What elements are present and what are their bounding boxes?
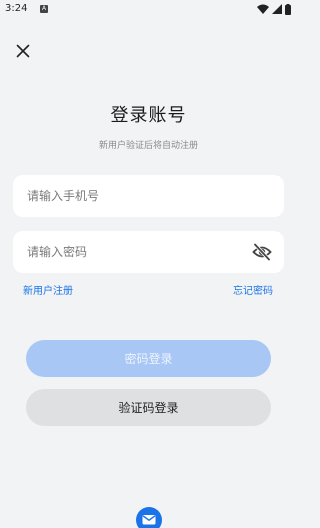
- page-title: 登录账号: [110, 105, 187, 126]
- page-subtitle: 新用户验证后将自动注册: [98, 141, 198, 151]
- forgot-password-link[interactable]: 忘记密码: [233, 282, 273, 297]
- notification-icon: A: [40, 5, 48, 13]
- close-button[interactable]: [14, 42, 32, 60]
- password-field-card: [13, 231, 284, 273]
- code-login-button[interactable]: 验证码登录: [26, 389, 271, 426]
- phone-field-card: [13, 175, 284, 217]
- signal-icon: [272, 4, 282, 14]
- register-link[interactable]: 新用户注册: [23, 282, 73, 297]
- status-time: 3:24: [5, 3, 28, 14]
- mail-icon: [142, 515, 156, 525]
- phone-input[interactable]: [27, 175, 247, 217]
- eye-off-icon: [252, 243, 272, 261]
- status-icons: [257, 3, 291, 15]
- password-login-button[interactable]: 密码登录: [26, 340, 271, 377]
- battery-icon: [285, 3, 291, 15]
- mail-login-button[interactable]: [136, 507, 162, 528]
- close-icon: [16, 44, 30, 58]
- password-input[interactable]: [27, 231, 247, 273]
- login-screen: 3:24 A 登录账号 新用户验证后将自动注册 请输入手机号 新用户注册 忘记密…: [0, 0, 297, 528]
- wifi-icon: [257, 4, 269, 14]
- status-bar: 3:24 A: [0, 0, 297, 20]
- toggle-password-visibility-button[interactable]: [252, 243, 272, 261]
